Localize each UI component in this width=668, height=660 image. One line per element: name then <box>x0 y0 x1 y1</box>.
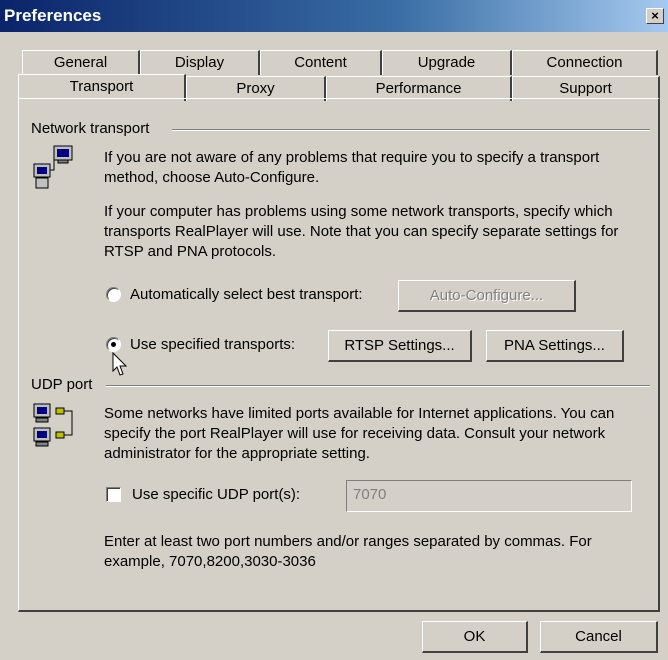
udp-info-text: Some networks have limited ports availab… <box>104 405 615 462</box>
close-button[interactable]: × <box>646 8 664 24</box>
udp-ports-icon <box>33 403 73 447</box>
tab-general[interactable]: General <box>22 50 140 75</box>
udp-port-input[interactable]: 7070 <box>346 480 632 512</box>
auto-transport-label[interactable]: Automatically select best transport: <box>130 286 363 303</box>
cancel-button[interactable]: Cancel <box>540 621 658 653</box>
group-divider <box>172 129 650 131</box>
auto-configure-button[interactable]: Auto-Configure... <box>398 280 576 312</box>
specified-transport-label[interactable]: Use specified transports: <box>130 336 295 353</box>
udp-port-group-label: UDP port <box>31 376 93 393</box>
udp-port-checkbox-label[interactable]: Use specific UDP port(s): <box>132 486 300 503</box>
specified-transport-radio[interactable] <box>106 337 121 352</box>
ok-button[interactable]: OK <box>422 621 528 653</box>
tab-transport[interactable]: Transport <box>18 74 186 101</box>
tab-content[interactable]: Content <box>260 50 382 75</box>
tab-upgrade[interactable]: Upgrade <box>382 50 512 75</box>
udp-port-checkbox[interactable] <box>106 487 121 502</box>
pna-settings-button[interactable]: PNA Settings... <box>486 330 624 362</box>
window-title: Preferences <box>4 6 102 25</box>
group-divider <box>106 385 650 387</box>
mouse-cursor-icon <box>112 352 128 376</box>
radio-selected-dot <box>111 342 116 347</box>
tab-connection[interactable]: Connection <box>512 50 658 75</box>
network-transport-group-label: Network transport <box>31 120 150 137</box>
auto-transport-radio[interactable] <box>106 287 121 302</box>
udp-hint-text: Enter at least two port numbers and/or r… <box>104 533 592 570</box>
network-info-text-1: If you are not aware of any problems tha… <box>104 149 600 186</box>
network-computers-icon <box>33 145 73 189</box>
rtsp-settings-button[interactable]: RTSP Settings... <box>328 330 472 362</box>
network-info-text-2: If your computer has problems using some… <box>104 203 619 260</box>
tab-display[interactable]: Display <box>140 50 260 75</box>
